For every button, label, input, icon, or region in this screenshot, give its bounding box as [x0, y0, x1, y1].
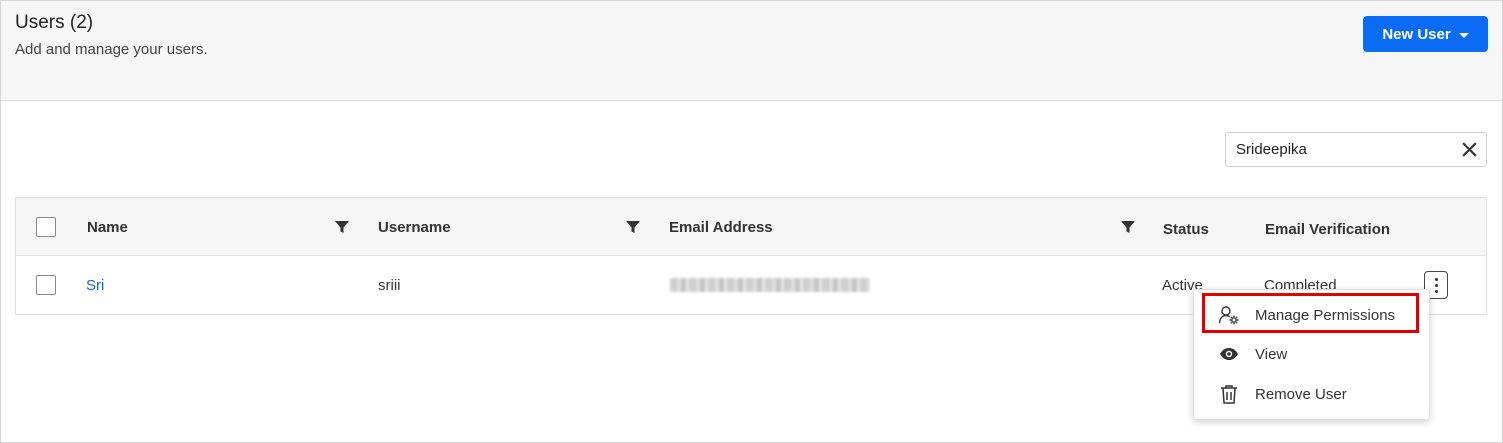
user-username: sriii	[378, 277, 401, 294]
row-actions-menu: Manage Permissions View Remove User	[1193, 289, 1430, 420]
page-subtitle: Add and manage your users.	[15, 41, 208, 58]
search-box	[1225, 132, 1487, 167]
new-user-button[interactable]: New User	[1363, 16, 1488, 52]
user-gear-icon	[1218, 304, 1240, 326]
kebab-dot	[1434, 277, 1438, 281]
select-all-checkbox[interactable]	[36, 217, 56, 237]
column-header-email[interactable]: Email Address	[669, 219, 773, 236]
close-icon[interactable]	[1461, 141, 1478, 158]
grid-header-row: Name Username Email Address Status Email…	[16, 198, 1486, 256]
column-header-status[interactable]: Status	[1163, 221, 1209, 238]
filter-icon[interactable]	[625, 219, 641, 235]
eye-icon	[1218, 343, 1240, 365]
kebab-dot	[1434, 289, 1438, 293]
kebab-dot	[1434, 283, 1438, 287]
filter-icon[interactable]	[1120, 219, 1136, 235]
new-user-button-label: New User	[1382, 25, 1451, 43]
menu-item-label: View	[1255, 345, 1288, 363]
menu-item-manage-permissions[interactable]: Manage Permissions	[1194, 296, 1429, 334]
menu-item-remove-user[interactable]: Remove User	[1194, 375, 1429, 413]
menu-item-view[interactable]: View	[1194, 335, 1429, 373]
row-checkbox[interactable]	[36, 275, 56, 295]
column-header-name[interactable]: Name	[87, 219, 128, 236]
menu-item-label: Remove User	[1255, 385, 1347, 403]
filter-icon[interactable]	[334, 219, 350, 235]
user-email-redacted	[670, 278, 870, 292]
trash-icon	[1218, 383, 1240, 405]
caret-down-icon	[1458, 32, 1469, 38]
search-input[interactable]	[1226, 133, 1456, 166]
user-name-link[interactable]: Sri	[86, 277, 104, 294]
menu-item-label: Manage Permissions	[1255, 306, 1396, 324]
page-header: Users (2) Add and manage your users. New…	[1, 1, 1502, 101]
column-header-email-verification[interactable]: Email Verification	[1265, 221, 1390, 238]
column-header-username[interactable]: Username	[378, 219, 451, 236]
page-title: Users (2)	[15, 12, 94, 33]
